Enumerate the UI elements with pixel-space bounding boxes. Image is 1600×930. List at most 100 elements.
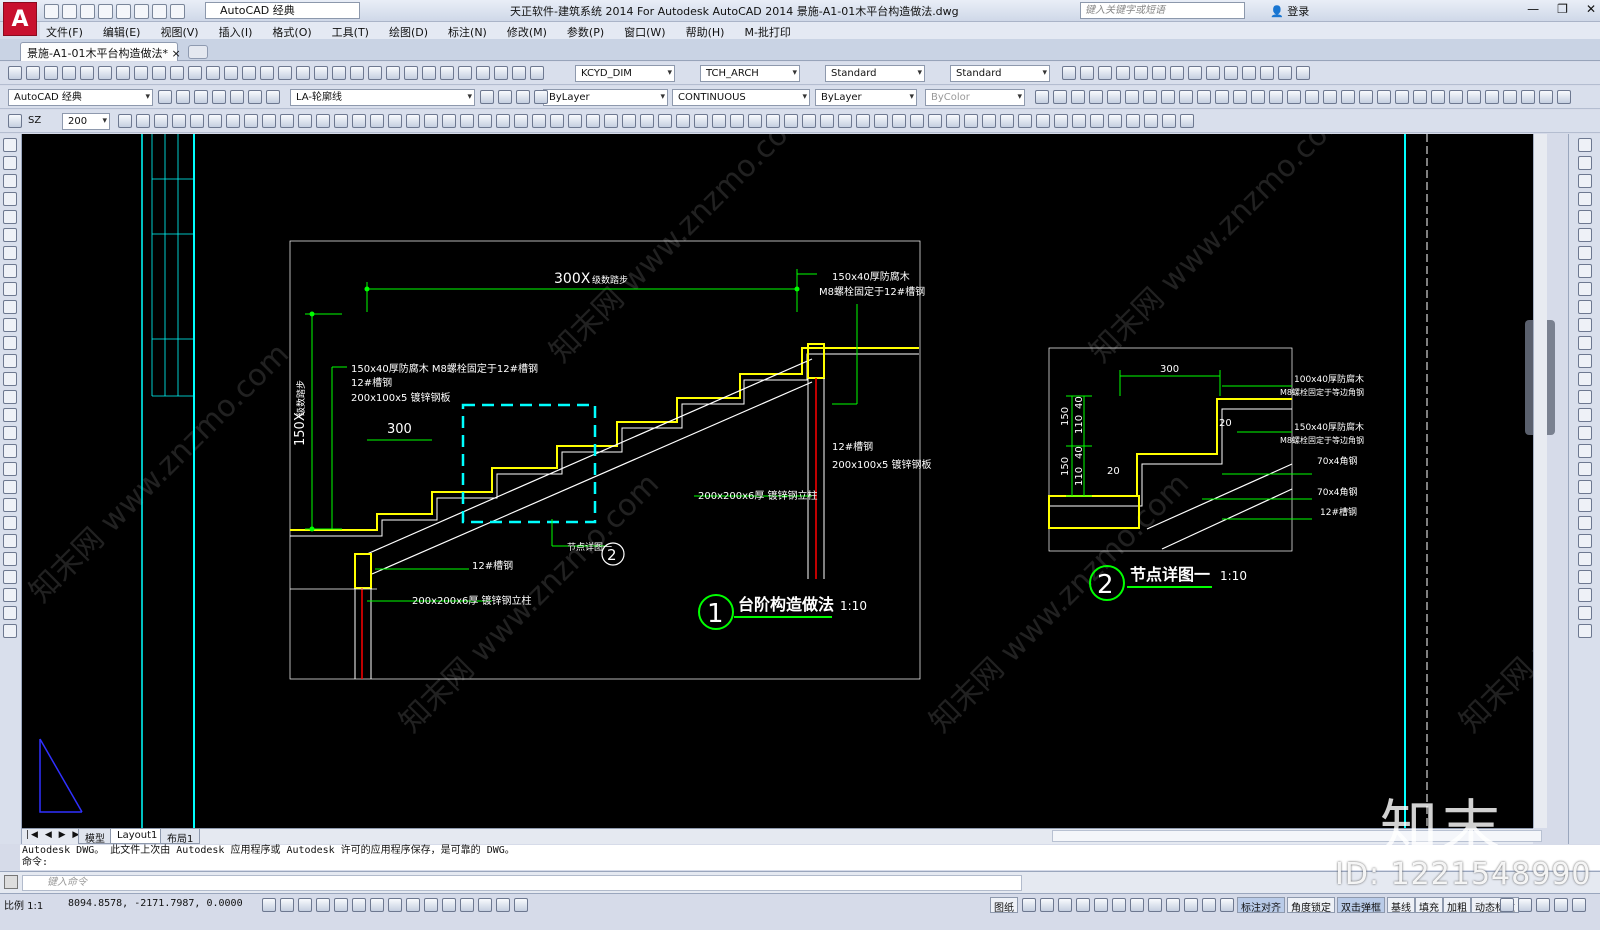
new-icon[interactable] <box>44 3 59 19</box>
draw-tool-icon[interactable] <box>3 372 17 386</box>
toolbar-tool-icon[interactable] <box>1170 66 1184 80</box>
toolbar-tool-icon[interactable] <box>1054 114 1068 128</box>
toolbar-tool-icon[interactable] <box>874 114 888 128</box>
toolbar-tool-icon[interactable] <box>314 66 328 80</box>
modify-tool-icon[interactable] <box>1578 372 1592 386</box>
toolbar-tool-icon[interactable] <box>1089 90 1103 104</box>
menu-view[interactable]: 视图(V) <box>154 22 212 39</box>
draw-tool-icon[interactable] <box>3 264 17 278</box>
toolbar-tool-icon[interactable] <box>1431 90 1445 104</box>
toolbar-tool-icon[interactable] <box>530 66 544 80</box>
drawing-canvas[interactable]: 知末网 www.znzmo.com 知末网 www.znzmo.com 知末网 … <box>22 134 1533 828</box>
toolbar-tool-icon[interactable] <box>368 66 382 80</box>
toolbar-tool-icon[interactable] <box>406 114 420 128</box>
status-toggle-icon[interactable] <box>316 898 330 912</box>
menu-dimension[interactable]: 标注(N) <box>442 22 501 39</box>
status-toggle-icon[interactable] <box>1040 898 1054 912</box>
menu-insert[interactable]: 插入(I) <box>213 22 267 39</box>
toolbar-tool-icon[interactable] <box>928 114 942 128</box>
modify-tool-icon[interactable] <box>1578 264 1592 278</box>
saveas-icon[interactable] <box>98 3 113 19</box>
toolbar-tool-icon[interactable] <box>802 114 816 128</box>
toolbar-tool-icon[interactable] <box>8 66 22 80</box>
new-tab-button[interactable] <box>188 45 208 59</box>
modify-tool-icon[interactable] <box>1578 228 1592 242</box>
draw-tool-icon[interactable] <box>3 300 17 314</box>
status-toggle-icon[interactable] <box>460 898 474 912</box>
toolbar-tool-icon[interactable] <box>514 114 528 128</box>
document-tab[interactable]: 景施-A1-01木平台构造做法* × <box>20 42 181 61</box>
modify-tool-icon[interactable] <box>1578 552 1592 566</box>
draw-tool-icon[interactable] <box>3 282 17 296</box>
toolbar-tool-icon[interactable] <box>1116 66 1130 80</box>
toolbar-tool-icon[interactable] <box>532 114 546 128</box>
toolbar-tool-icon[interactable] <box>496 114 510 128</box>
status-bold-button[interactable]: 加粗 <box>1443 897 1471 914</box>
toolbar-tool-icon[interactable] <box>694 114 708 128</box>
toolbar-tool-icon[interactable] <box>534 90 548 104</box>
modify-tool-icon[interactable] <box>1578 354 1592 368</box>
toolbar-tool-icon[interactable] <box>1269 90 1283 104</box>
toolbar-tool-icon[interactable] <box>480 90 494 104</box>
toolbar-tool-icon[interactable] <box>550 114 564 128</box>
status-toggle-icon[interactable] <box>280 898 294 912</box>
toolbar-tool-icon[interactable] <box>516 90 530 104</box>
search-input[interactable]: 键入关键字或短语 <box>1080 2 1245 19</box>
toolbar-tool-icon[interactable] <box>1278 66 1292 80</box>
status-toggle-icon[interactable] <box>352 898 366 912</box>
redo-icon[interactable] <box>152 3 167 19</box>
draw-tool-icon[interactable] <box>3 498 17 512</box>
status-toggle-icon[interactable] <box>1500 898 1514 912</box>
workspace-dropdown-2[interactable]: AutoCAD 经典 <box>8 89 153 106</box>
toolbar-tool-icon[interactable] <box>154 114 168 128</box>
status-toggle-icon[interactable] <box>442 898 456 912</box>
toolbar-tool-icon[interactable] <box>622 114 636 128</box>
toolbar-tool-icon[interactable] <box>386 66 400 80</box>
status-toggle-icon[interactable] <box>1554 898 1568 912</box>
toolbar-tool-icon[interactable] <box>1018 114 1032 128</box>
toolbar-tool-icon[interactable] <box>658 114 672 128</box>
toolbar-tool-icon[interactable] <box>1539 90 1553 104</box>
toolbar-tool-icon[interactable] <box>1206 66 1220 80</box>
tab-layout-cn[interactable]: 布局1 <box>160 829 201 845</box>
modify-tool-icon[interactable] <box>1578 498 1592 512</box>
draw-tool-icon[interactable] <box>3 246 17 260</box>
status-angle-lock-button[interactable]: 角度锁定 <box>1287 897 1335 914</box>
status-toggle-icon[interactable] <box>1166 898 1180 912</box>
status-dim-align-button[interactable]: 标注对齐 <box>1237 897 1285 914</box>
toolbar-tool-icon[interactable] <box>460 114 474 128</box>
status-toggle-icon[interactable] <box>1076 898 1090 912</box>
status-toggle-icon[interactable] <box>406 898 420 912</box>
vertical-scrollbar[interactable] <box>1533 134 1547 828</box>
toolbar-tool-icon[interactable] <box>404 66 418 80</box>
modify-tool-icon[interactable] <box>1578 588 1592 602</box>
status-toggle-icon[interactable] <box>1130 898 1144 912</box>
toolbar-tool-icon[interactable] <box>730 114 744 128</box>
plotstyle-dropdown[interactable]: ByColor <box>925 89 1025 106</box>
toolbar-tool-icon[interactable] <box>26 66 40 80</box>
toolbar-tool-icon[interactable] <box>982 114 996 128</box>
dim-style-dropdown[interactable]: TCH_ARCH <box>700 65 800 82</box>
status-toggle-icon[interactable] <box>478 898 492 912</box>
status-dblclick-button[interactable]: 双击弹框 <box>1337 897 1385 914</box>
modify-tool-icon[interactable] <box>1578 426 1592 440</box>
toolbar-tool-icon[interactable] <box>244 114 258 128</box>
toolbar-tool-icon[interactable] <box>1072 114 1086 128</box>
toolbar-tool-icon[interactable] <box>152 66 166 80</box>
toolbar-tool-icon[interactable] <box>1233 90 1247 104</box>
toolbar-tool-icon[interactable] <box>230 90 244 104</box>
save-icon[interactable] <box>80 3 95 19</box>
status-toggle-icon[interactable] <box>1112 898 1126 912</box>
modify-tool-icon[interactable] <box>1578 570 1592 584</box>
status-toggle-icon[interactable] <box>1148 898 1162 912</box>
toolbar-tool-icon[interactable] <box>1359 90 1373 104</box>
toolbar-tool-icon[interactable] <box>1000 114 1014 128</box>
toolbar-tool-icon[interactable] <box>1035 90 1049 104</box>
toolbar-tool-icon[interactable] <box>494 66 508 80</box>
toolbar-tool-icon[interactable] <box>1197 90 1211 104</box>
draw-tool-icon[interactable] <box>3 588 17 602</box>
toolbar-tool-icon[interactable] <box>1377 90 1391 104</box>
status-paper-button[interactable]: 图纸 <box>990 897 1018 914</box>
status-toggle-icon[interactable] <box>334 898 348 912</box>
toolbar-tool-icon[interactable] <box>1108 114 1122 128</box>
